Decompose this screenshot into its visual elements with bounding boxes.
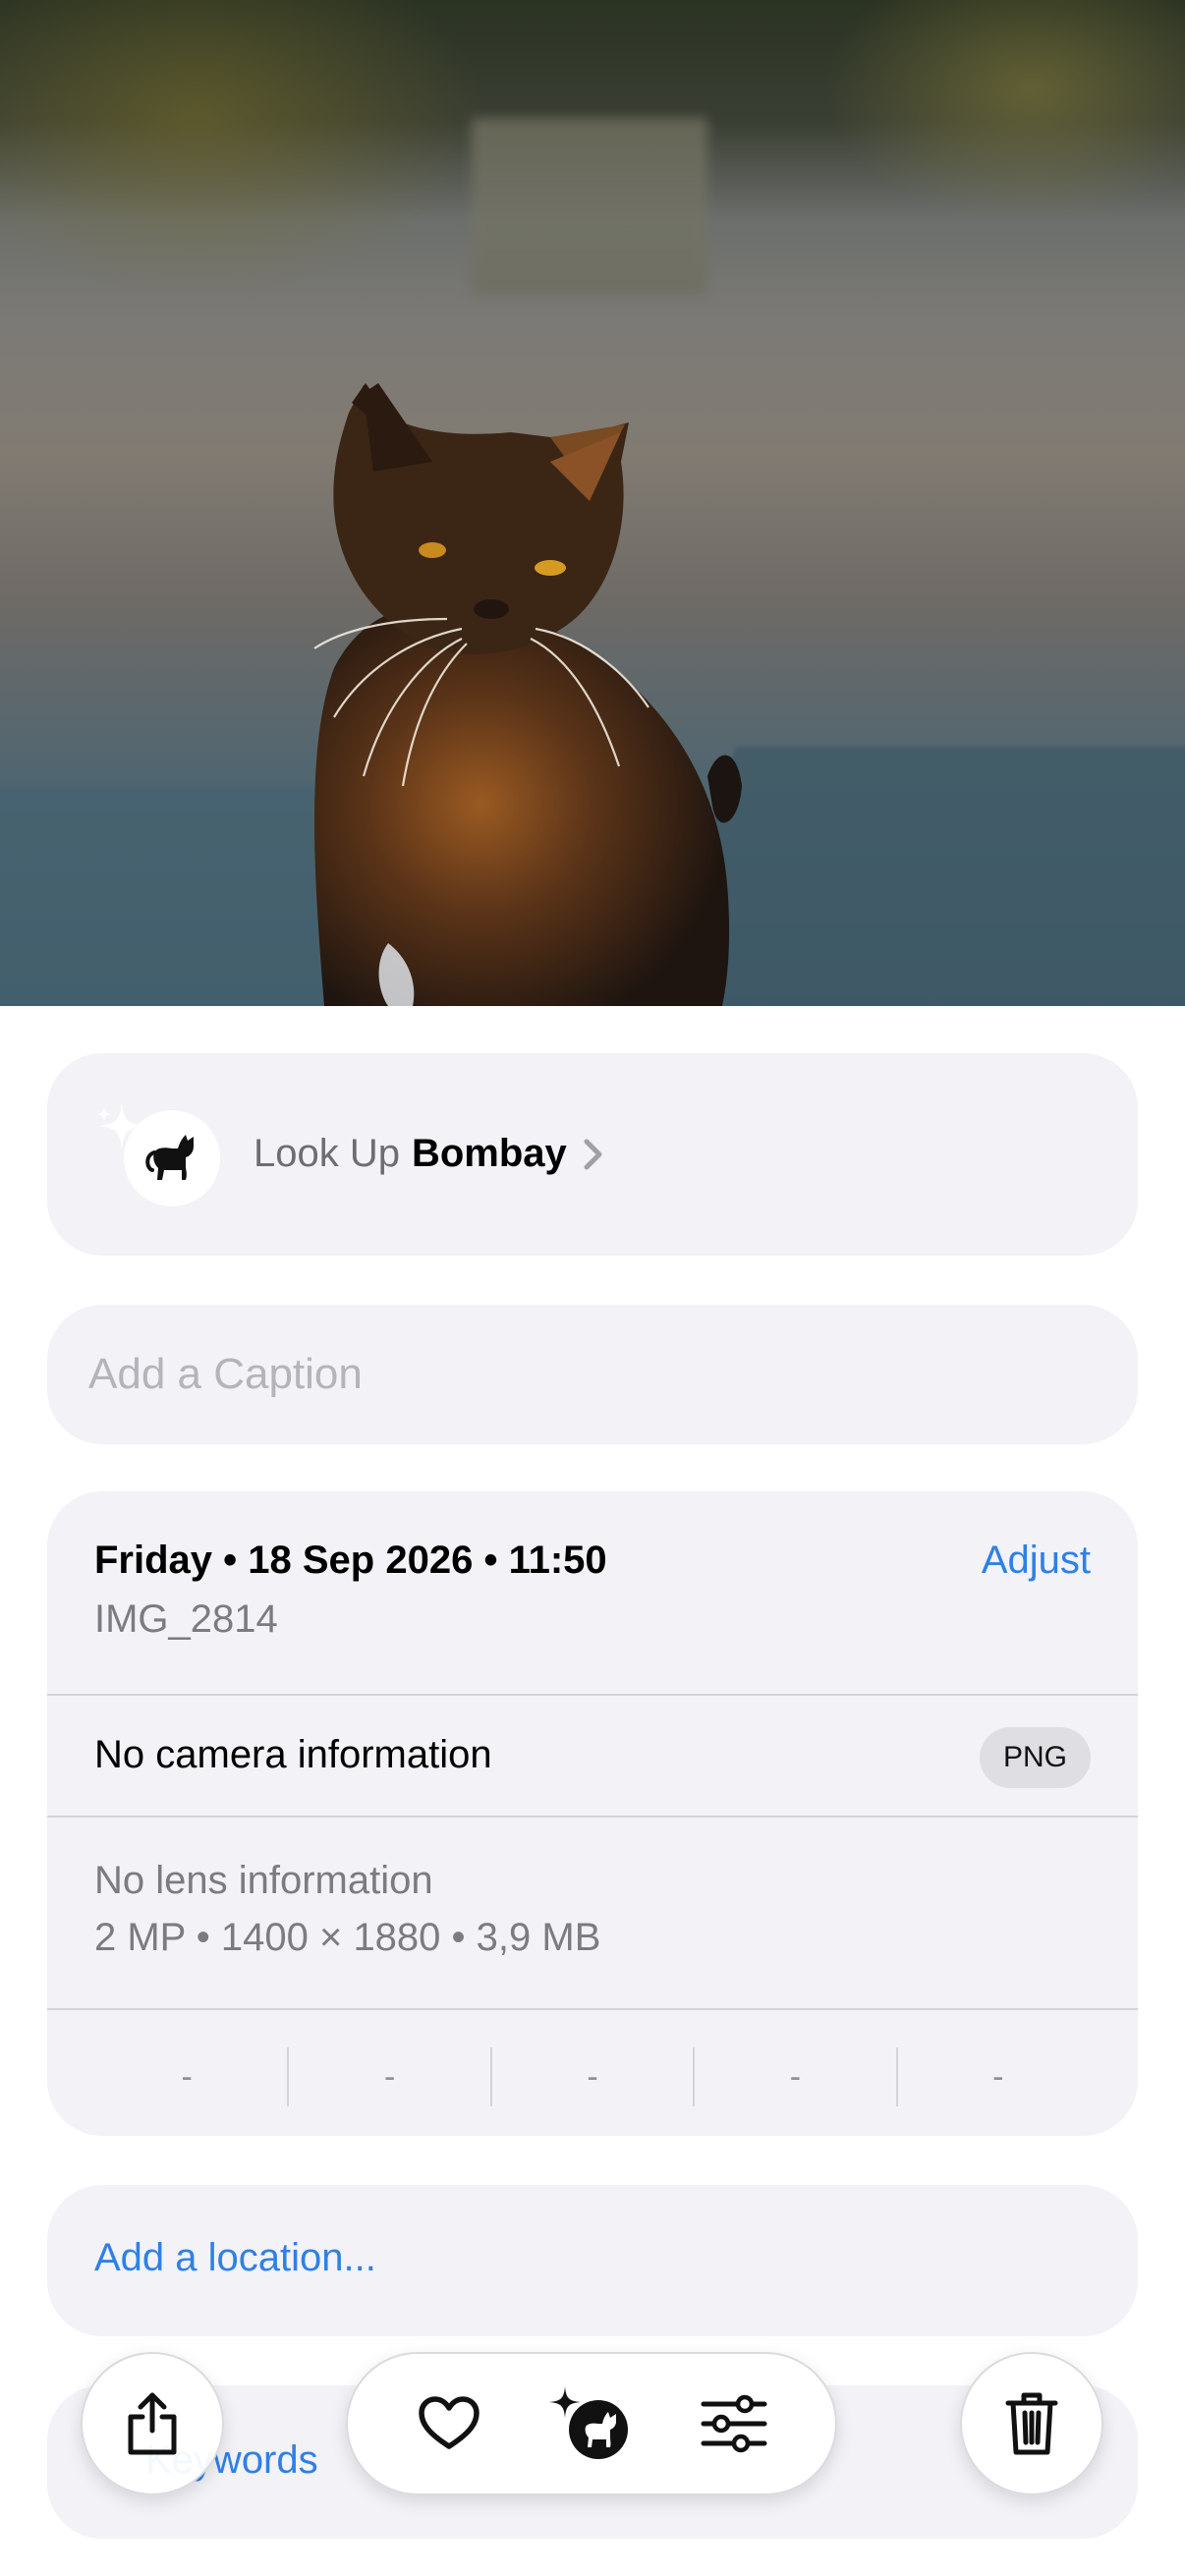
heart-icon [418,2396,480,2449]
caption-input[interactable] [88,1340,1071,1409]
filename: IMG_2814 [94,1597,278,1641]
cat-image [313,383,742,1006]
format-badge: PNG [979,1727,1091,1788]
photo-view[interactable] [0,0,1185,1006]
caption-field-container [47,1305,1138,1444]
photo-info-card: Friday • 18 Sep 2026 • 11:50 IMG_2814 Ad… [47,1491,1138,2136]
edit-button[interactable] [680,2370,788,2478]
share-button[interactable] [81,2352,224,2495]
divider [47,1694,1138,1696]
location-card: Add a location... [47,2185,1138,2336]
exif-cell: - [289,2047,492,2106]
photo-actions-bar [346,2352,837,2495]
cat-icon [124,1110,220,1206]
lookup-subject: Bombay [411,1132,567,1175]
trash-icon [1005,2392,1058,2455]
exif-cell: - [492,2047,696,2106]
favorite-button[interactable] [395,2370,503,2478]
delete-button[interactable] [960,2352,1103,2495]
lookup-label: Look Up Bombay [254,1132,604,1176]
exif-row: - - - - - [47,2047,1138,2106]
lens-info: No lens information [94,1859,433,1902]
image-specs: 2 MP • 1400 × 1880 • 3,9 MB [94,1916,601,1959]
exif-cell: - [992,2057,1004,2096]
date-time: Friday • 18 Sep 2026 • 11:50 [94,1539,607,1582]
add-location-link[interactable]: Add a location... [94,2236,376,2280]
adjust-sliders-icon [701,2394,767,2453]
lookup-prefix: Look Up [254,1132,400,1175]
chevron-right-icon [584,1139,602,1169]
divider [47,1816,1138,1818]
visual-lookup-icon [548,2386,628,2459]
visual-lookup-card[interactable]: Look Up Bombay [47,1053,1138,1256]
visual-lookup-button[interactable] [537,2370,646,2478]
camera-info: No camera information [94,1733,492,1776]
exif-cell: - [695,2047,898,2106]
divider [47,2008,1138,2010]
adjust-button[interactable]: Adjust [982,1539,1091,1583]
exif-cell: - [86,2047,290,2106]
share-icon [128,2392,177,2455]
